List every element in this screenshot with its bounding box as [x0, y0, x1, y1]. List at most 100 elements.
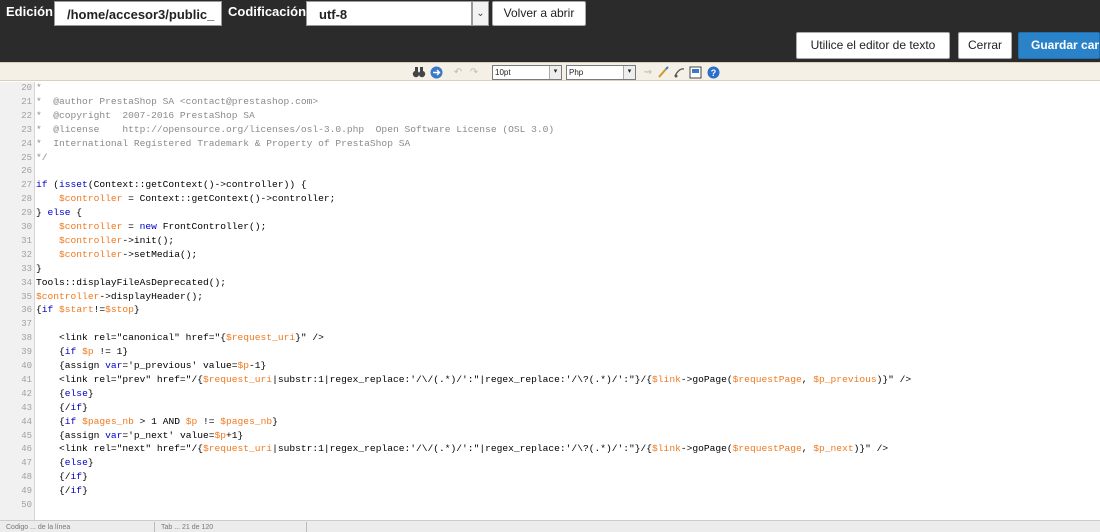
- close-button[interactable]: Cerrar: [958, 32, 1012, 59]
- code-text: *: [36, 82, 42, 93]
- code-line[interactable]: 23 * @license http://opensource.org/licen…: [0, 124, 1100, 136]
- line-number: 44: [21, 416, 32, 427]
- font-size-select[interactable]: 10pt ▾: [492, 65, 562, 80]
- line-number: 47: [21, 458, 32, 469]
- help-icon[interactable]: ?: [706, 66, 720, 79]
- code-line[interactable]: 37: [0, 318, 1100, 330]
- code-line[interactable]: 40 {assign var='p_previous' value=$p-1}: [0, 360, 1100, 372]
- code-line[interactable]: 29 } else {: [0, 207, 1100, 219]
- code-line[interactable]: 24 * International Registered Trademark &…: [0, 138, 1100, 150]
- code-line[interactable]: 22 * @copyright 2007-2016 PrestaShop SA: [0, 110, 1100, 122]
- line-number: 34: [21, 277, 32, 288]
- text-editor-button[interactable]: Utilice el editor de texto: [796, 32, 950, 59]
- code-line[interactable]: 44 {if $pages_nb > 1 AND $p != $pages_nb…: [0, 416, 1100, 428]
- encoding-label: Codificación:: [228, 4, 311, 19]
- code-line[interactable]: 28 $controller = Context::getContext()->…: [0, 193, 1100, 205]
- code-line[interactable]: 31 $controller->init();: [0, 235, 1100, 247]
- code-text: * @license http://opensource.org/license…: [36, 123, 555, 135]
- binoculars-icon[interactable]: [412, 66, 426, 79]
- code-text: if (isset(Context::getContext()->control…: [36, 179, 307, 191]
- line-number: 27: [21, 180, 32, 191]
- redo-icon[interactable]: ↷: [468, 66, 480, 79]
- line-number: 45: [21, 430, 32, 441]
- save-button[interactable]: Guardar cambios: [1018, 32, 1100, 59]
- line-number: 37: [21, 319, 32, 330]
- code-line[interactable]: 50: [0, 499, 1100, 511]
- code-line[interactable]: 20 *: [0, 82, 1100, 94]
- code-text: {else}: [36, 387, 94, 399]
- highlight-icon[interactable]: ⇝: [642, 66, 654, 79]
- reopen-button[interactable]: Volver a abrir: [492, 1, 586, 26]
- code-line[interactable]: 45 {assign var='p_next' value=$p+1}: [0, 430, 1100, 442]
- file-path-field[interactable]: /home/accesor3/public_: [54, 1, 222, 26]
- code-text: Tools::displayFileAsDeprecated();: [36, 276, 226, 288]
- code-text: {assign var='p_previous' value=$p-1}: [36, 360, 267, 371]
- code-line[interactable]: 38 <link rel="canonical" href="{$request…: [0, 332, 1100, 344]
- code-line[interactable]: 26: [0, 165, 1100, 177]
- code-line[interactable]: 47 {else}: [0, 457, 1100, 469]
- line-number: 24: [21, 138, 32, 149]
- code-line[interactable]: 48 {/if}: [0, 471, 1100, 483]
- code-text: {if $p != 1}: [36, 346, 129, 358]
- code-text: {/if}: [36, 471, 88, 483]
- code-line[interactable]: 25 */: [0, 152, 1100, 164]
- code-line[interactable]: 41 <link rel="prev" href="/{$request_uri…: [0, 374, 1100, 386]
- code-text: {assign var='p_next' value=$p+1}: [36, 429, 244, 441]
- chevron-down-icon: ▾: [549, 66, 561, 79]
- line-number: 41: [21, 374, 32, 385]
- line-number: 36: [21, 305, 32, 316]
- line-number: 31: [21, 235, 32, 246]
- svg-text:?: ?: [710, 68, 716, 78]
- code-text: * @copyright 2007-2016 PrestaShop SA: [36, 109, 255, 121]
- code-text: } else {: [36, 207, 83, 219]
- line-number: 23: [21, 124, 32, 135]
- code-line[interactable]: 27 if (isset(Context::getContext()->contr…: [0, 179, 1100, 191]
- goto-line-icon[interactable]: [429, 66, 443, 79]
- undo-icon[interactable]: ↶: [452, 66, 464, 79]
- code-line[interactable]: 43 {/if}: [0, 402, 1100, 414]
- code-text: $controller->init();: [59, 234, 175, 246]
- line-number: 43: [21, 402, 32, 413]
- code-text: <link rel="prev" href="/{$request_uri|su…: [36, 373, 912, 385]
- encoding-select[interactable]: utf-8: [306, 1, 472, 26]
- line-number: 20: [21, 83, 32, 93]
- code-line[interactable]: 35 $controller->displayHeader();: [0, 291, 1100, 303]
- line-number: 40: [21, 361, 32, 371]
- code-line[interactable]: 36 {if $start!=$stop}: [0, 304, 1100, 316]
- code-line[interactable]: 33}: [0, 263, 1100, 275]
- code-text: */: [36, 151, 48, 163]
- line-number: 22: [21, 110, 32, 121]
- code-line[interactable]: 49 {/if}: [0, 485, 1100, 497]
- code-line[interactable]: 42 {else}: [0, 388, 1100, 400]
- syntax-select[interactable]: Php ▾: [566, 65, 636, 80]
- code-text: <link rel="canonical" href="{$request_ur…: [36, 332, 324, 344]
- line-number: 39: [21, 347, 32, 358]
- code-line[interactable]: 34 Tools::displayFileAsDeprecated();: [0, 277, 1100, 289]
- code-text: * @author PrestaShop SA <contact@prestas…: [36, 95, 319, 107]
- code-text: * International Registered Trademark & P…: [36, 137, 411, 149]
- code-line[interactable]: 39 {if $p != 1}: [0, 346, 1100, 358]
- fullscreen-icon[interactable]: [688, 66, 702, 79]
- code-editor[interactable]: 20 * 21 * @author PrestaShop SA <contact@pr…: [0, 82, 1100, 520]
- chevron-down-icon[interactable]: ⌄: [472, 1, 489, 26]
- line-number: 46: [21, 444, 32, 455]
- edit-label: Edición:: [6, 4, 58, 19]
- code-text: {if $start!=$stop}: [36, 304, 140, 316]
- line-number: 30: [21, 222, 32, 232]
- code-line[interactable]: 46 <link rel="next" href="/{$request_uri…: [0, 443, 1100, 455]
- code-line[interactable]: 30 $controller = new FrontController();: [0, 221, 1100, 233]
- erase-icon[interactable]: [672, 66, 686, 79]
- line-number: 33: [21, 263, 32, 274]
- status-tab[interactable]: Tab ... 21 de 120: [155, 522, 307, 532]
- line-number: 21: [21, 96, 32, 107]
- line-number: 35: [21, 291, 32, 302]
- code-text: {/if}: [36, 485, 88, 497]
- code-text: {/if}: [36, 401, 88, 413]
- code-text: {if $pages_nb > 1 AND $p != $pages_nb}: [36, 415, 278, 427]
- code-line[interactable]: 32 $controller->setMedia();: [0, 249, 1100, 261]
- line-number: 29: [21, 208, 32, 219]
- reset-icon[interactable]: [656, 66, 670, 79]
- status-tab[interactable]: Codigo ... de la línea: [0, 522, 155, 532]
- code-line[interactable]: 21 * @author PrestaShop SA <contact@prest…: [0, 96, 1100, 108]
- line-number: 28: [21, 194, 32, 205]
